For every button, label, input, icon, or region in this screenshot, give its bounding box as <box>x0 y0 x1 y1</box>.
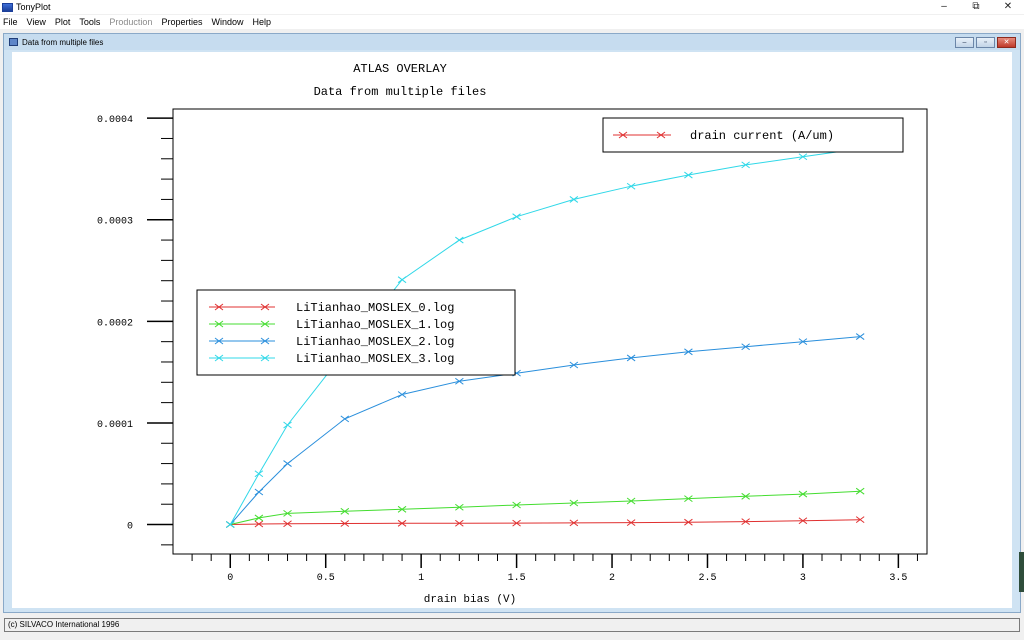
plot-restore-button[interactable]: ▫ <box>976 37 995 48</box>
x-tick-label: 0 <box>227 573 233 584</box>
plot-window-controls: – ▫ ✕ <box>955 37 1016 48</box>
y-tick-label: 0.0002 <box>97 318 133 329</box>
chart-svg: ATLAS OVERLAY Data from multiple files 0 0.… <box>97 62 928 606</box>
status-bar: (c) SILVACO International 1996 <box>0 616 1024 640</box>
chart-subtitle: Data from multiple files <box>314 85 487 99</box>
x-tick-label: 1 <box>418 573 424 584</box>
legend-label-1: LiTianhao_MOSLEX_1.log <box>296 318 454 332</box>
plot-window-titlebar[interactable]: Data from multiple files – ▫ ✕ <box>4 34 1020 50</box>
plot-window: Data from multiple files – ▫ ✕ ATLAS OVE… <box>3 33 1021 613</box>
tonyplot-app-icon <box>2 2 13 12</box>
menu-properties[interactable]: Properties <box>161 17 202 27</box>
y-tick-label: 0.0003 <box>97 217 133 228</box>
menu-bar: File View Plot Tools Production Properti… <box>0 15 1024 29</box>
plot-close-button[interactable]: ✕ <box>997 37 1016 48</box>
menu-file[interactable]: File <box>3 17 18 27</box>
y-tick-label: 0.0001 <box>97 420 133 431</box>
menu-production: Production <box>109 17 153 27</box>
y-tick-label: 0 <box>127 522 133 533</box>
x-axis-label: drain bias (V) <box>424 594 516 606</box>
y-tick-label: 0.0004 <box>97 115 133 126</box>
menu-plot[interactable]: Plot <box>55 17 71 27</box>
plot-minimize-button[interactable]: – <box>955 37 974 48</box>
status-text: (c) SILVACO International 1996 <box>4 618 1020 632</box>
app-titlebar: TonyPlot – ⧉ ✕ <box>0 0 1024 14</box>
legend-label-2: LiTianhao_MOSLEX_2.log <box>296 335 454 349</box>
plot-window-icon <box>9 38 18 46</box>
x-tick-label: 2 <box>609 573 615 584</box>
legend-label-0: LiTianhao_MOSLEX_0.log <box>296 301 454 315</box>
x-tick-label: 3.5 <box>889 573 907 584</box>
menu-window[interactable]: Window <box>211 17 243 27</box>
app-title: TonyPlot <box>16 2 51 12</box>
menu-tools[interactable]: Tools <box>79 17 100 27</box>
plot-window-title: Data from multiple files <box>22 37 104 47</box>
restore-button[interactable]: ⧉ <box>960 0 992 14</box>
menu-view[interactable]: View <box>27 17 46 27</box>
x-tick-label: 2.5 <box>698 573 716 584</box>
x-tick-label: 0.5 <box>317 573 335 584</box>
close-button[interactable]: ✕ <box>992 0 1024 14</box>
legend-label-3: LiTianhao_MOSLEX_3.log <box>296 352 454 366</box>
chart-title: ATLAS OVERLAY <box>353 62 447 76</box>
menu-help[interactable]: Help <box>252 17 271 27</box>
x-tick-label: 1.5 <box>508 573 526 584</box>
scrollbar-thumb[interactable] <box>1019 552 1024 592</box>
x-tick-label: 3 <box>800 573 806 584</box>
plot-canvas[interactable]: ATLAS OVERLAY Data from multiple files 0 0.… <box>12 52 1012 608</box>
minimize-button[interactable]: – <box>928 0 960 14</box>
quantity-legend-label: drain current (A/um) <box>690 129 834 143</box>
window-controls: – ⧉ ✕ <box>928 0 1024 14</box>
mdi-workspace: Data from multiple files – ▫ ✕ ATLAS OVE… <box>0 30 1024 614</box>
